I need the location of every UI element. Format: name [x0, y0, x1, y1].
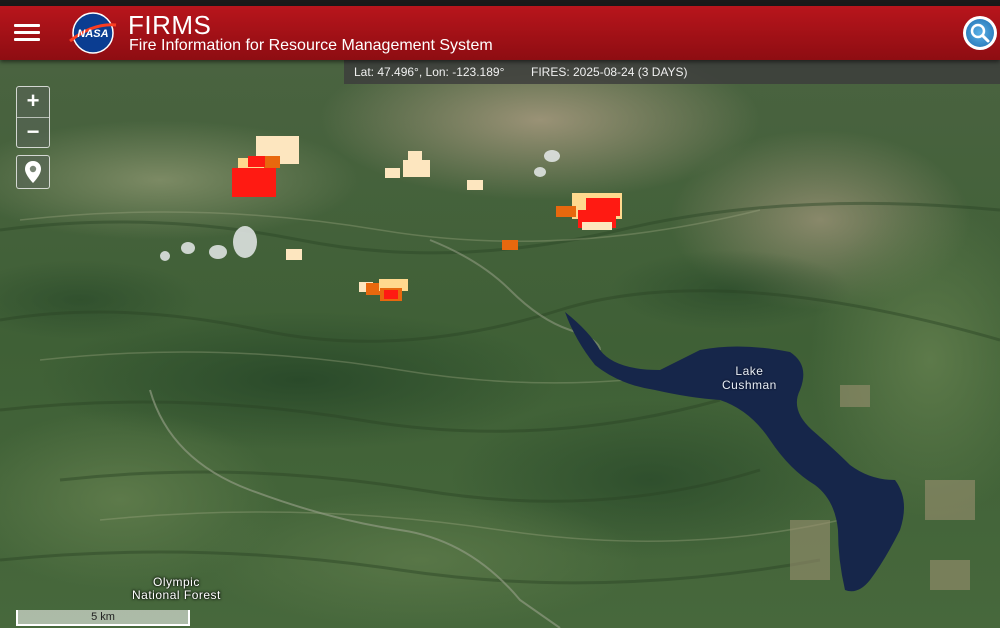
fire-pixel: [467, 180, 483, 190]
fire-pixel: [248, 156, 265, 167]
fire-pixel: [232, 168, 276, 197]
fire-pixel: [384, 290, 398, 299]
zoom-control: + −: [16, 86, 50, 148]
fire-pixel: [264, 156, 280, 168]
cursor-coordinates: Lat: 47.496°, Lon: -123.189°: [354, 65, 505, 79]
satellite-terrain: [0, 60, 1000, 628]
fire-pixel: [385, 168, 400, 178]
nasa-logo[interactable]: NASA: [68, 11, 118, 55]
forest-label: Olympic National Forest: [132, 576, 221, 602]
search-button[interactable]: [963, 16, 997, 50]
app-subtitle: Fire Information for Resource Management…: [129, 37, 493, 54]
lake-label: Lake Cushman: [722, 364, 777, 392]
lake-label-line2: Cushman: [722, 378, 777, 392]
app-header: NASA FIRMS Fire Information for Resource…: [0, 6, 1000, 60]
svg-text:NASA: NASA: [77, 28, 108, 40]
fire-pixel: [286, 249, 302, 260]
scale-bar: 5 km: [16, 610, 190, 626]
menu-icon[interactable]: [14, 20, 40, 46]
zoom-in-button[interactable]: +: [17, 87, 49, 117]
fire-pixel: [502, 240, 518, 250]
info-bar: Lat: 47.496°, Lon: -123.189° FIRES: 2025…: [344, 60, 1000, 84]
forest-label-line2: National Forest: [132, 588, 221, 602]
fires-date-range[interactable]: FIRES: 2025-08-24 (3 DAYS): [531, 65, 688, 79]
location-pin-icon: [25, 161, 41, 183]
search-icon: [966, 19, 994, 47]
lake-label-line1: Lake: [735, 364, 764, 378]
locate-button[interactable]: [16, 155, 50, 189]
fire-pixel: [556, 206, 576, 217]
fire-pixel: [582, 222, 612, 230]
fire-pixel: [403, 160, 430, 177]
zoom-out-button[interactable]: −: [17, 117, 49, 148]
map-view[interactable]: [0, 60, 1000, 628]
